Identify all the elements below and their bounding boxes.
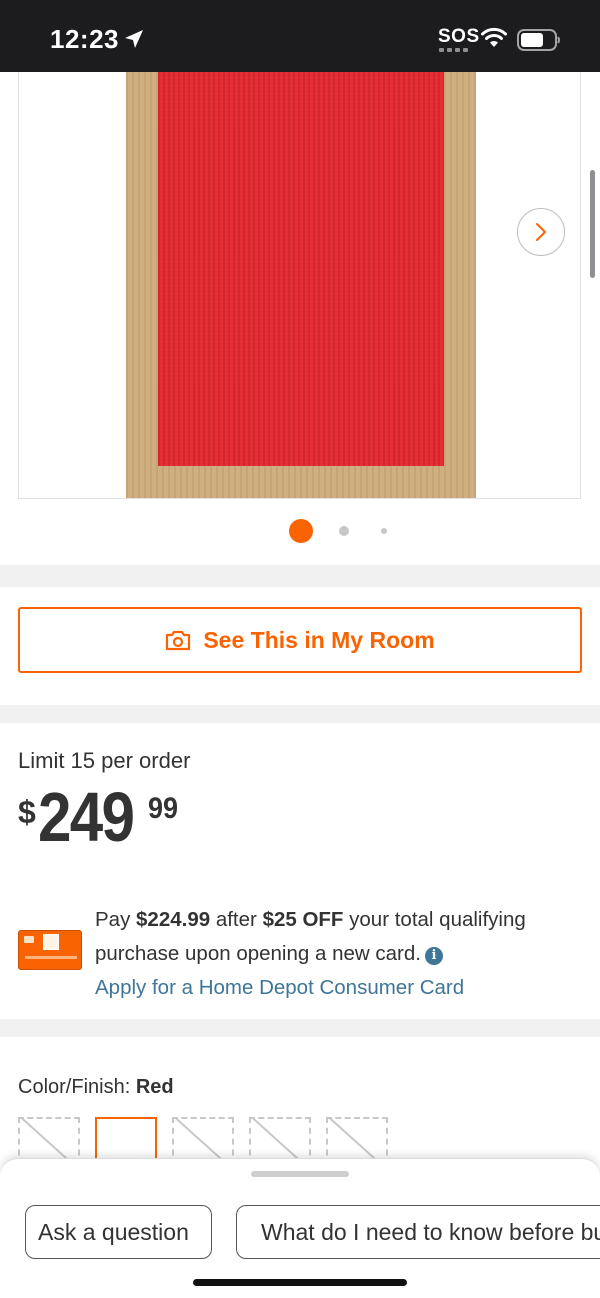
signal-dots: [439, 48, 469, 52]
home-depot-card-image: [18, 930, 82, 970]
section-divider: [0, 1019, 600, 1037]
offer-pay-prefix: Pay: [95, 908, 137, 931]
color-finish-value: Red: [135, 1076, 174, 1098]
ask-question-label: Ask a question: [38, 1218, 189, 1245]
info-icon[interactable]: i: [424, 947, 443, 965]
order-limit-text: Limit 15 per order: [18, 748, 191, 773]
offer-discount: $25 OFF: [262, 908, 344, 931]
offer-after-text: after: [210, 908, 263, 931]
product-image-rug[interactable]: [126, 72, 476, 498]
see-in-my-room-label: See This in My Room: [203, 626, 435, 653]
pagination-dot-active[interactable]: [289, 519, 313, 543]
assistant-bottom-sheet: Ask a question What do I need to know be…: [0, 1158, 600, 1298]
what-to-know-label: What do I need to know before buying?: [261, 1218, 600, 1245]
pagination-dot[interactable]: [339, 526, 349, 536]
sheet-drag-handle[interactable]: [251, 1171, 349, 1177]
camera-icon: [166, 630, 191, 651]
carousel-pagination: [0, 518, 600, 544]
color-finish-label: Color/Finish: Red: [18, 1076, 174, 1099]
offer-discounted-price: $224.99: [136, 908, 211, 931]
battery-icon: [517, 29, 560, 51]
price-cents: 99: [148, 792, 179, 825]
location-arrow-icon: [125, 30, 143, 48]
price-currency: $: [18, 794, 36, 830]
color-finish-title: Color/Finish:: [18, 1076, 136, 1098]
chevron-right-icon: [536, 223, 546, 241]
ask-question-button[interactable]: Ask a question: [25, 1205, 212, 1259]
sos-indicator: SOS: [438, 26, 480, 47]
status-time: 12:23: [50, 24, 119, 54]
see-in-my-room-button[interactable]: See This in My Room: [18, 607, 582, 673]
pagination-dot[interactable]: [381, 528, 387, 534]
what-to-know-button[interactable]: What do I need to know before buying?: [236, 1205, 600, 1259]
status-bar: 12:23 SOS: [0, 0, 600, 72]
price-dollars: 249: [38, 778, 135, 856]
home-depot-logo-icon: [43, 934, 59, 950]
product-image-carousel[interactable]: [18, 72, 581, 499]
wifi-icon: [481, 27, 507, 47]
rug-red-center: [158, 72, 444, 466]
card-offer-text: Pay $224.99 after $25 OFF your total qua…: [95, 903, 585, 1005]
home-indicator: [193, 1279, 407, 1286]
section-divider: [0, 565, 600, 587]
scrollbar[interactable]: [590, 170, 595, 278]
carousel-next-button[interactable]: [517, 208, 565, 256]
section-divider: [0, 705, 600, 723]
apply-card-link[interactable]: Apply for a Home Depot Consumer Card: [95, 976, 464, 999]
